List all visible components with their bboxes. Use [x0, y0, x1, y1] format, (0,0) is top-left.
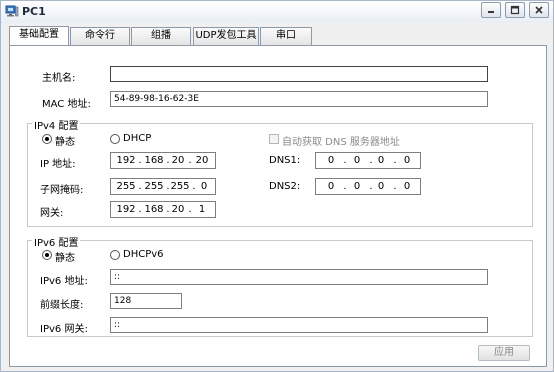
minimize-icon	[488, 11, 494, 13]
dns1-label: DNS1:	[269, 155, 301, 166]
hostname-input[interactable]	[110, 66, 488, 82]
ip-octet: 20	[195, 155, 209, 166]
mac-label: MAC 地址:	[42, 99, 91, 110]
subnet-mask-input[interactable]: 255 . 255 . 255 . 0	[110, 178, 216, 195]
ipv6-static-radio[interactable]	[42, 250, 52, 260]
auto-dns-checkbox[interactable]	[269, 134, 279, 144]
minimize-button[interactable]	[481, 2, 501, 18]
mask-octet: 0	[200, 181, 208, 192]
mac-address-field[interactable]: 54-89-98-16-62-3E	[110, 91, 488, 107]
dns1-input[interactable]: 0 . 0 . 0 . 0	[315, 152, 421, 169]
ipv6-address-label: IPv6 地址:	[40, 276, 88, 287]
ipv4-group-title: IPv4 配置	[32, 117, 81, 132]
dns2-input[interactable]: 0 . 0 . 0 . 0	[315, 178, 421, 195]
ipv4-group: IPv4 配置 静态 DHCP 自动获取 DNS 服务器地址 IP 地址: 19…	[27, 117, 533, 227]
title-bar[interactable]: PC1	[1, 1, 553, 23]
dns2-octet: 0	[403, 181, 411, 192]
ipv6-address-input[interactable]: ::	[110, 269, 488, 285]
ipv6-dhcp-radio[interactable]	[110, 250, 120, 260]
hostname-label: 主机名:	[42, 73, 76, 84]
ipv6-dhcp-label: DHCPv6	[123, 249, 164, 260]
tab-serial[interactable]: 串口	[260, 27, 312, 45]
gateway-label: 网关:	[40, 208, 64, 219]
close-button[interactable]	[529, 2, 549, 18]
close-icon	[535, 6, 543, 14]
maximize-icon	[510, 5, 520, 15]
ipv4-dhcp-label: DHCP	[123, 133, 152, 144]
ipv6-gateway-label: IPv6 网关:	[40, 324, 88, 335]
dns1-octet: 0	[403, 155, 411, 166]
tab-udp-tool[interactable]: UDP发包工具	[193, 27, 259, 45]
prefix-length-input[interactable]: 128	[110, 293, 182, 309]
gw-octet: 1	[198, 204, 206, 215]
basic-config-panel: 主机名: MAC 地址: 54-89-98-16-62-3E IPv4 配置 静…	[9, 45, 547, 367]
ipv6-static-label: 静态	[55, 253, 75, 264]
ipv4-static-radio[interactable]	[42, 134, 52, 144]
ipv6-group: IPv6 配置 静态 DHCPv6 IPv6 地址: :: 前缀长度: 128 …	[27, 234, 533, 337]
dns2-label: DNS2:	[269, 181, 301, 192]
tab-multicast[interactable]: 组播	[131, 27, 191, 45]
ipv4-address-input[interactable]: 192 . 168 . 20 . 20	[110, 152, 216, 169]
gateway-input[interactable]: 192 . 168 . 20 . 1	[110, 201, 216, 218]
tab-basic-config[interactable]: 基础配置	[9, 26, 69, 46]
prefix-length-label: 前缀长度:	[40, 300, 84, 311]
ipv6-gateway-input[interactable]: ::	[110, 317, 488, 333]
window-title: PC1	[22, 5, 46, 18]
auto-dns-label: 自动获取 DNS 服务器地址	[282, 137, 400, 148]
ipv4-dhcp-radio[interactable]	[110, 134, 120, 144]
ipv4-static-label: 静态	[55, 137, 75, 148]
ipv6-group-title: IPv6 配置	[32, 234, 81, 249]
ipv4-address-label: IP 地址:	[40, 159, 76, 170]
pc-config-window: PC1 基础配置 命令行 组播 UDP发包工具 串口 主机名: MAC 地址: …	[0, 0, 554, 372]
apply-button[interactable]: 应用	[478, 345, 530, 361]
pc-icon	[5, 5, 19, 17]
tab-command-line[interactable]: 命令行	[70, 27, 130, 45]
maximize-button[interactable]	[505, 2, 525, 18]
subnet-mask-label: 子网掩码:	[40, 185, 84, 196]
